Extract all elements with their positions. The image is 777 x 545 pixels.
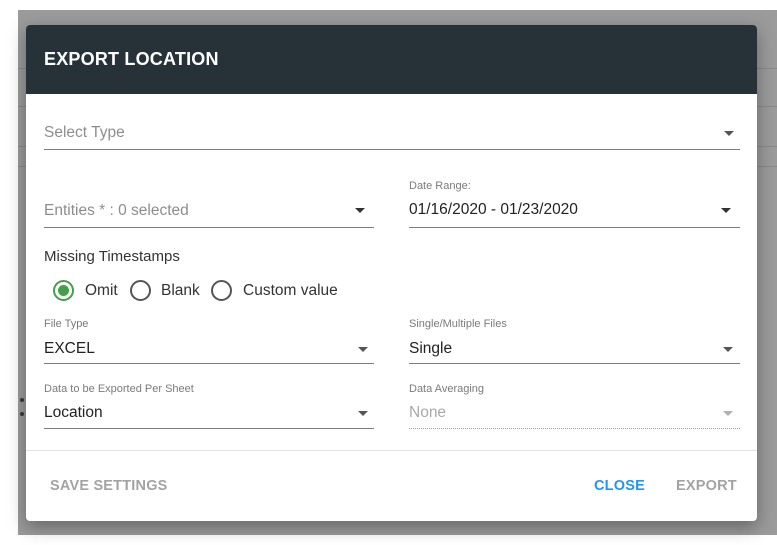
export-button[interactable]: EXPORT [676,478,737,494]
chevron-down-icon [724,131,734,136]
file-type-label: File Type [44,318,89,330]
radio-blank[interactable] [130,280,151,301]
radio-custom-value[interactable] [211,280,232,301]
close-button[interactable]: CLOSE [594,478,645,494]
save-settings-button[interactable]: SAVE SETTINGS [50,478,168,494]
entities-underline [44,227,374,228]
background-bullet [20,412,24,416]
select-type-underline [44,149,740,150]
radio-omit[interactable] [53,280,74,301]
single-multiple-files-value: Single [409,340,453,357]
single-multiple-files-label: Single/Multiple Files [409,318,507,330]
data-per-sheet-label: Data to be Exported Per Sheet [44,383,194,395]
data-per-sheet-value: Location [44,404,103,421]
entities-selected-text: Entities * : 0 selected [44,202,189,219]
select-type-dropdown[interactable]: Select Type [44,115,740,151]
background-bullet [20,398,24,402]
dialog-title: EXPORT LOCATION [44,49,219,69]
radio-blank-label[interactable]: Blank [161,282,200,300]
data-averaging-select: Data Averaging None [409,383,740,429]
chevron-down-icon [721,208,731,213]
data-per-sheet-select[interactable]: Data to be Exported Per Sheet Location [44,383,374,429]
file-type-underline [44,363,374,364]
data-averaging-underline [409,428,740,429]
date-range-label: Date Range: [409,180,471,192]
chevron-down-icon [723,347,733,352]
data-averaging-label: Data Averaging [409,383,485,395]
chevron-down-icon [355,208,365,213]
file-type-select[interactable]: File Type EXCEL [44,318,374,364]
chevron-down-icon [723,411,733,416]
chevron-down-icon [358,347,368,352]
select-type-placeholder: Select Type [44,124,125,141]
entities-dropdown[interactable]: Entities * : 0 selected [44,193,374,229]
radio-omit-label[interactable]: Omit [85,282,118,300]
chevron-down-icon [358,411,368,416]
data-per-sheet-underline [44,428,374,429]
data-averaging-value: None [409,404,447,421]
file-type-value: EXCEL [44,340,95,357]
date-range-value: 01/16/2020 - 01/23/2020 [409,201,578,218]
export-location-dialog: EXPORT LOCATION Select Type Entities * :… [26,25,757,521]
single-multiple-files-underline [409,363,740,364]
dialog-header: EXPORT LOCATION [26,25,757,94]
missing-timestamps-title: Missing Timestamps [44,248,180,265]
radio-custom-value-label[interactable]: Custom value [243,282,338,300]
date-range-picker[interactable]: Date Range: 01/16/2020 - 01/23/2020 [409,180,740,229]
date-range-underline [409,227,740,228]
single-multiple-files-select[interactable]: Single/Multiple Files Single [409,318,740,364]
footer-divider [26,450,757,451]
